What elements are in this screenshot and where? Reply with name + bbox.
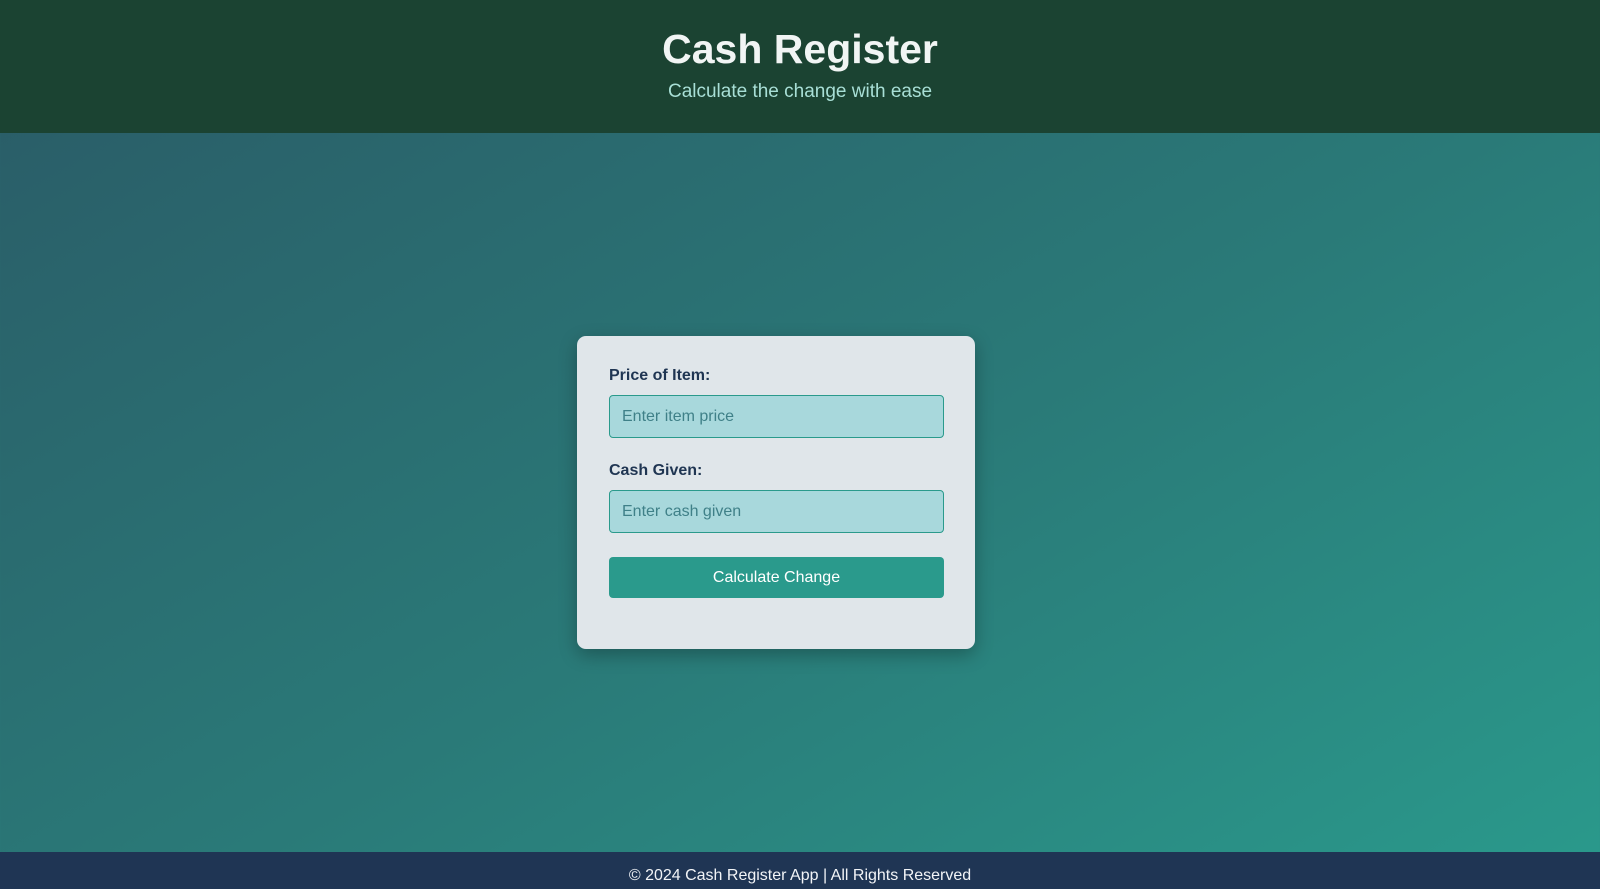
price-label: Price of Item:: [609, 367, 711, 384]
page-footer: © 2024 Cash Register App | All Rights Re…: [0, 852, 1600, 889]
calculate-change-button[interactable]: Calculate Change: [609, 557, 944, 598]
page-title: Cash Register: [662, 26, 938, 72]
price-input[interactable]: [609, 395, 944, 438]
field-spacer: [609, 438, 943, 461]
page-subtitle: Calculate the change with ease: [667, 81, 933, 102]
cash-given-input[interactable]: [609, 490, 944, 533]
cash-register-form-card: Price of Item: Cash Given: Calculate Cha…: [577, 336, 975, 649]
cash-given-label: Cash Given:: [609, 462, 703, 479]
page-header: Cash Register Calculate the change with …: [0, 0, 1600, 133]
footer-copyright: © 2024 Cash Register App | All Rights Re…: [628, 867, 972, 884]
